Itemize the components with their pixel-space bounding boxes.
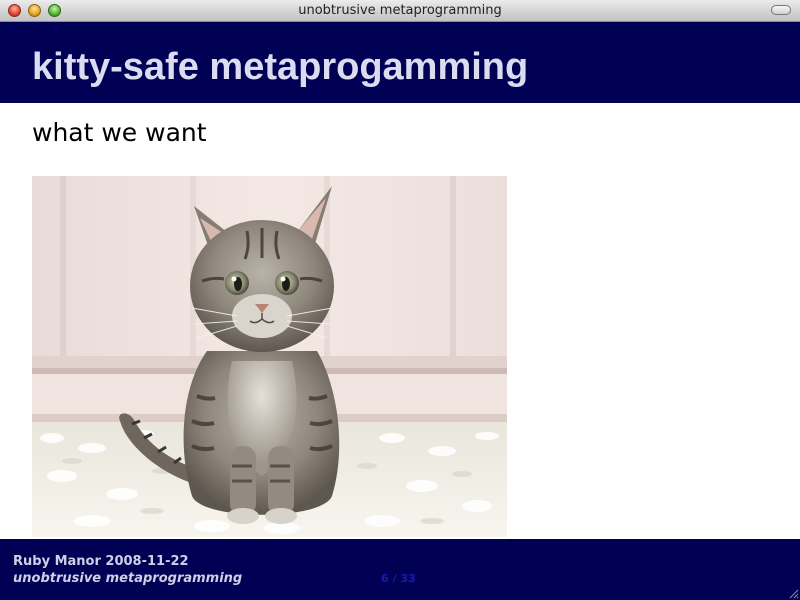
resize-grip-icon[interactable] [787, 587, 799, 599]
window-titlebar: unobtrusive metaprogramming [0, 0, 800, 22]
slide-counter[interactable]: 6 / 33 [381, 572, 416, 585]
footer-event-date: Ruby Manor 2008-11-22 [13, 554, 189, 569]
slide-subtitle: what we want [32, 118, 207, 147]
toolbar-toggle-button[interactable] [771, 5, 791, 15]
footer-presentation-title: unobtrusive metaprogramming [13, 571, 243, 586]
slide-title: kitty-safe metaprogamming [32, 46, 529, 88]
window-title: unobtrusive metaprogramming [298, 3, 502, 18]
slide-header: kitty-safe metaprogamming [0, 22, 800, 103]
slide-footer: Ruby Manor 2008-11-22 unobtrusive metapr… [0, 539, 800, 600]
kitten-photo [32, 176, 507, 537]
